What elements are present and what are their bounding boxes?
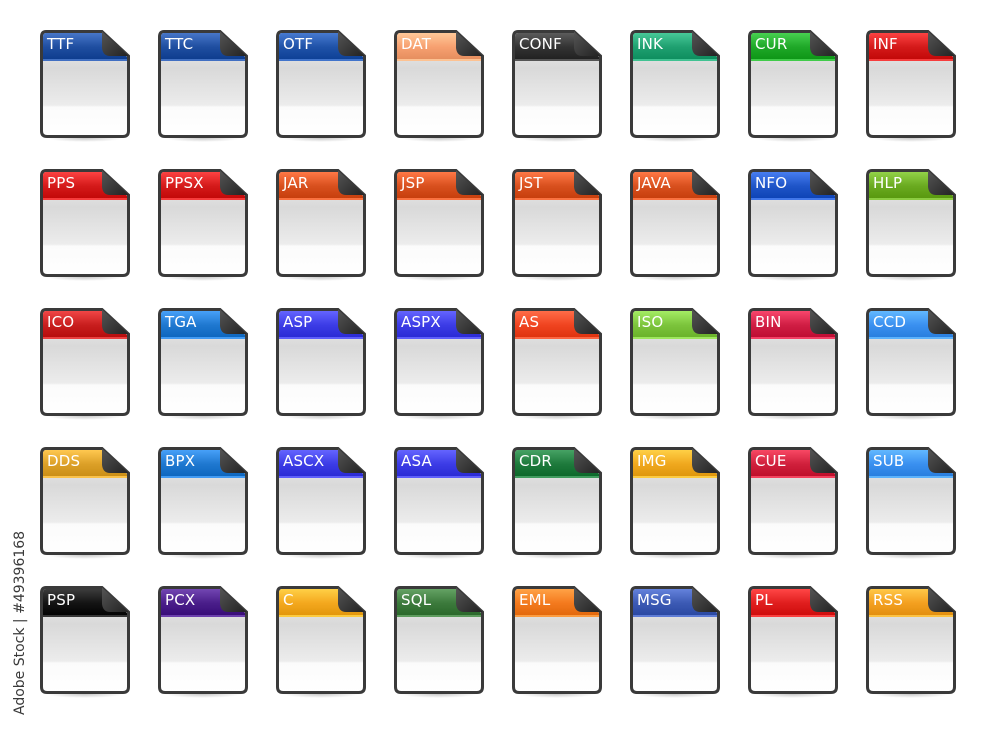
stock-watermark: Adobe Stock | #49396168 <box>12 530 28 715</box>
file-icon-rss[interactable]: RSS <box>866 586 956 698</box>
file-icon-grid: TTF TTC OTF DAT CONF INK CUR INF PPS PPS… <box>40 30 1000 730</box>
file-extension-label: C <box>283 591 294 609</box>
file-extension-label: PL <box>755 591 773 609</box>
file-extension-label: AS <box>519 313 540 331</box>
file-icon-sub[interactable]: SUB <box>866 447 956 559</box>
file-extension-label: OTF <box>283 35 314 53</box>
file-icon-ttf[interactable]: TTF <box>40 30 130 142</box>
file-icon-jar[interactable]: JAR <box>276 169 366 281</box>
file-icon-asp[interactable]: ASP <box>276 308 366 420</box>
file-icon-iso[interactable]: ISO <box>630 308 720 420</box>
file-extension-label: NFO <box>755 174 788 192</box>
file-icon-ascx[interactable]: ASCX <box>276 447 366 559</box>
file-icon-bpx[interactable]: BPX <box>158 447 248 559</box>
file-icon-pl[interactable]: PL <box>748 586 838 698</box>
file-extension-label: RSS <box>873 591 904 609</box>
file-icon-c[interactable]: C <box>276 586 366 698</box>
file-extension-label: CCD <box>873 313 907 331</box>
file-extension-label: INF <box>873 35 898 53</box>
file-icon-ico[interactable]: ICO <box>40 308 130 420</box>
file-icon-cue[interactable]: CUE <box>748 447 838 559</box>
file-extension-label: IMG <box>637 452 667 470</box>
file-extension-label: CDR <box>519 452 553 470</box>
file-icon-psp[interactable]: PSP <box>40 586 130 698</box>
file-extension-label: TGA <box>165 313 197 331</box>
file-extension-label: ASPX <box>401 313 441 331</box>
file-extension-label: ASA <box>401 452 432 470</box>
file-extension-label: TTC <box>165 35 194 53</box>
file-extension-label: INK <box>637 35 664 53</box>
file-extension-label: JSP <box>401 174 425 192</box>
file-icon-cur[interactable]: CUR <box>748 30 838 142</box>
file-extension-label: ICO <box>47 313 75 331</box>
file-extension-label: BPX <box>165 452 196 470</box>
file-icon-ink[interactable]: INK <box>630 30 720 142</box>
file-icon-cdr[interactable]: CDR <box>512 447 602 559</box>
file-extension-label: SQL <box>401 591 432 609</box>
file-extension-label: PCX <box>165 591 196 609</box>
file-icon-hlp[interactable]: HLP <box>866 169 956 281</box>
file-icon-dat[interactable]: DAT <box>394 30 484 142</box>
file-icon-eml[interactable]: EML <box>512 586 602 698</box>
file-extension-label: PPS <box>47 174 76 192</box>
file-extension-label: PPSX <box>165 174 204 192</box>
file-icon-bin[interactable]: BIN <box>748 308 838 420</box>
file-extension-label: SUB <box>873 452 905 470</box>
file-icon-pps[interactable]: PPS <box>40 169 130 281</box>
file-icon-asa[interactable]: ASA <box>394 447 484 559</box>
file-icon-dds[interactable]: DDS <box>40 447 130 559</box>
file-icon-aspx[interactable]: ASPX <box>394 308 484 420</box>
file-icon-ttc[interactable]: TTC <box>158 30 248 142</box>
file-extension-label: JAVA <box>637 174 671 192</box>
file-extension-label: CUR <box>755 35 788 53</box>
file-icon-as[interactable]: AS <box>512 308 602 420</box>
file-icon-inf[interactable]: INF <box>866 30 956 142</box>
file-extension-label: CONF <box>519 35 562 53</box>
file-extension-label: EML <box>519 591 551 609</box>
file-icon-jst[interactable]: JST <box>512 169 602 281</box>
file-extension-label: PSP <box>47 591 76 609</box>
file-extension-label: HLP <box>873 174 903 192</box>
file-icon-conf[interactable]: CONF <box>512 30 602 142</box>
file-icon-ccd[interactable]: CCD <box>866 308 956 420</box>
file-icon-img[interactable]: IMG <box>630 447 720 559</box>
file-icon-jsp[interactable]: JSP <box>394 169 484 281</box>
file-icon-java[interactable]: JAVA <box>630 169 720 281</box>
file-icon-ppsx[interactable]: PPSX <box>158 169 248 281</box>
file-icon-tga[interactable]: TGA <box>158 308 248 420</box>
file-extension-label: ASP <box>283 313 313 331</box>
file-icon-nfo[interactable]: NFO <box>748 169 838 281</box>
file-extension-label: ASCX <box>283 452 325 470</box>
file-extension-label: CUE <box>755 452 787 470</box>
file-extension-label: ISO <box>637 313 664 331</box>
file-extension-label: MSG <box>637 591 672 609</box>
file-icon-otf[interactable]: OTF <box>276 30 366 142</box>
file-icon-pcx[interactable]: PCX <box>158 586 248 698</box>
file-icon-sql[interactable]: SQL <box>394 586 484 698</box>
file-extension-label: DDS <box>47 452 81 470</box>
file-extension-label: JAR <box>283 174 309 192</box>
file-extension-label: JST <box>519 174 543 192</box>
file-extension-label: DAT <box>401 35 432 53</box>
file-extension-label: BIN <box>755 313 782 331</box>
file-icon-msg[interactable]: MSG <box>630 586 720 698</box>
file-extension-label: TTF <box>47 35 75 53</box>
